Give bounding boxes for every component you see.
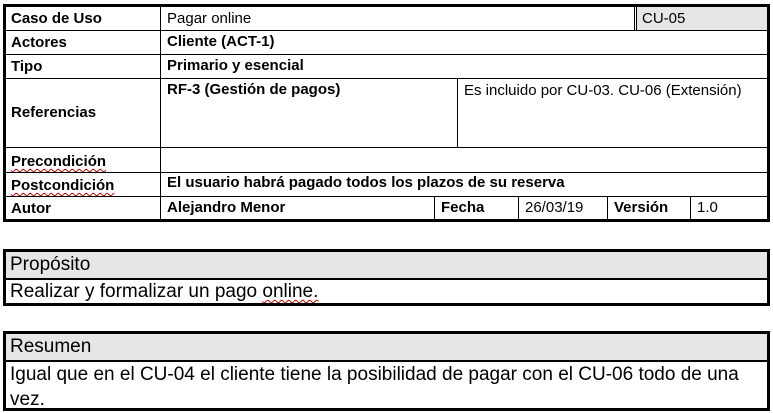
label-caso-de-uso: Caso de Uso: [11, 10, 102, 27]
label-precondicion: Precondición: [11, 153, 107, 170]
fecha-value: 26/03/19: [525, 199, 584, 216]
resumen-text: Igual que en el CU-04 el cliente tiene l…: [10, 364, 739, 410]
referencia-rf: RF-3 (Gestión de pagos): [167, 81, 341, 98]
autor-value: Alejandro Menor: [167, 199, 286, 216]
precondicion-value: [161, 148, 761, 172]
use-case-name: Pagar online: [167, 10, 252, 27]
proposito-section: Propósito Realizar y formalizar un pago …: [3, 249, 770, 306]
tipo-value: Primario y esencial: [167, 57, 304, 74]
label-postcondicion: Postcondición: [11, 177, 115, 194]
referencia-cu: Es incluido por CU-03. CU-06 (Extensión): [464, 82, 742, 99]
label-version: Versión: [614, 199, 669, 216]
postcondicion-value: El usuario habrá pagado todos los plazos…: [167, 174, 565, 191]
label-tipo: Tipo: [11, 58, 43, 75]
use-case-table: Caso de Uso Pagar online CU-05 Actores C…: [3, 4, 770, 222]
use-case-code: CU-05: [642, 10, 686, 27]
label-autor: Autor: [11, 200, 51, 217]
label-actores: Actores: [11, 34, 67, 51]
proposito-text: Realizar y formalizar un pago online.: [10, 281, 319, 302]
label-referencias: Referencias: [11, 104, 97, 121]
actores-value: Cliente (ACT-1): [167, 33, 275, 50]
label-fecha: Fecha: [441, 199, 485, 216]
resumen-title: Resumen: [6, 334, 767, 360]
proposito-title: Propósito: [6, 252, 767, 278]
version-value: 1.0: [697, 199, 718, 216]
resumen-section: Resumen Igual que en el CU-04 el cliente…: [3, 331, 770, 411]
